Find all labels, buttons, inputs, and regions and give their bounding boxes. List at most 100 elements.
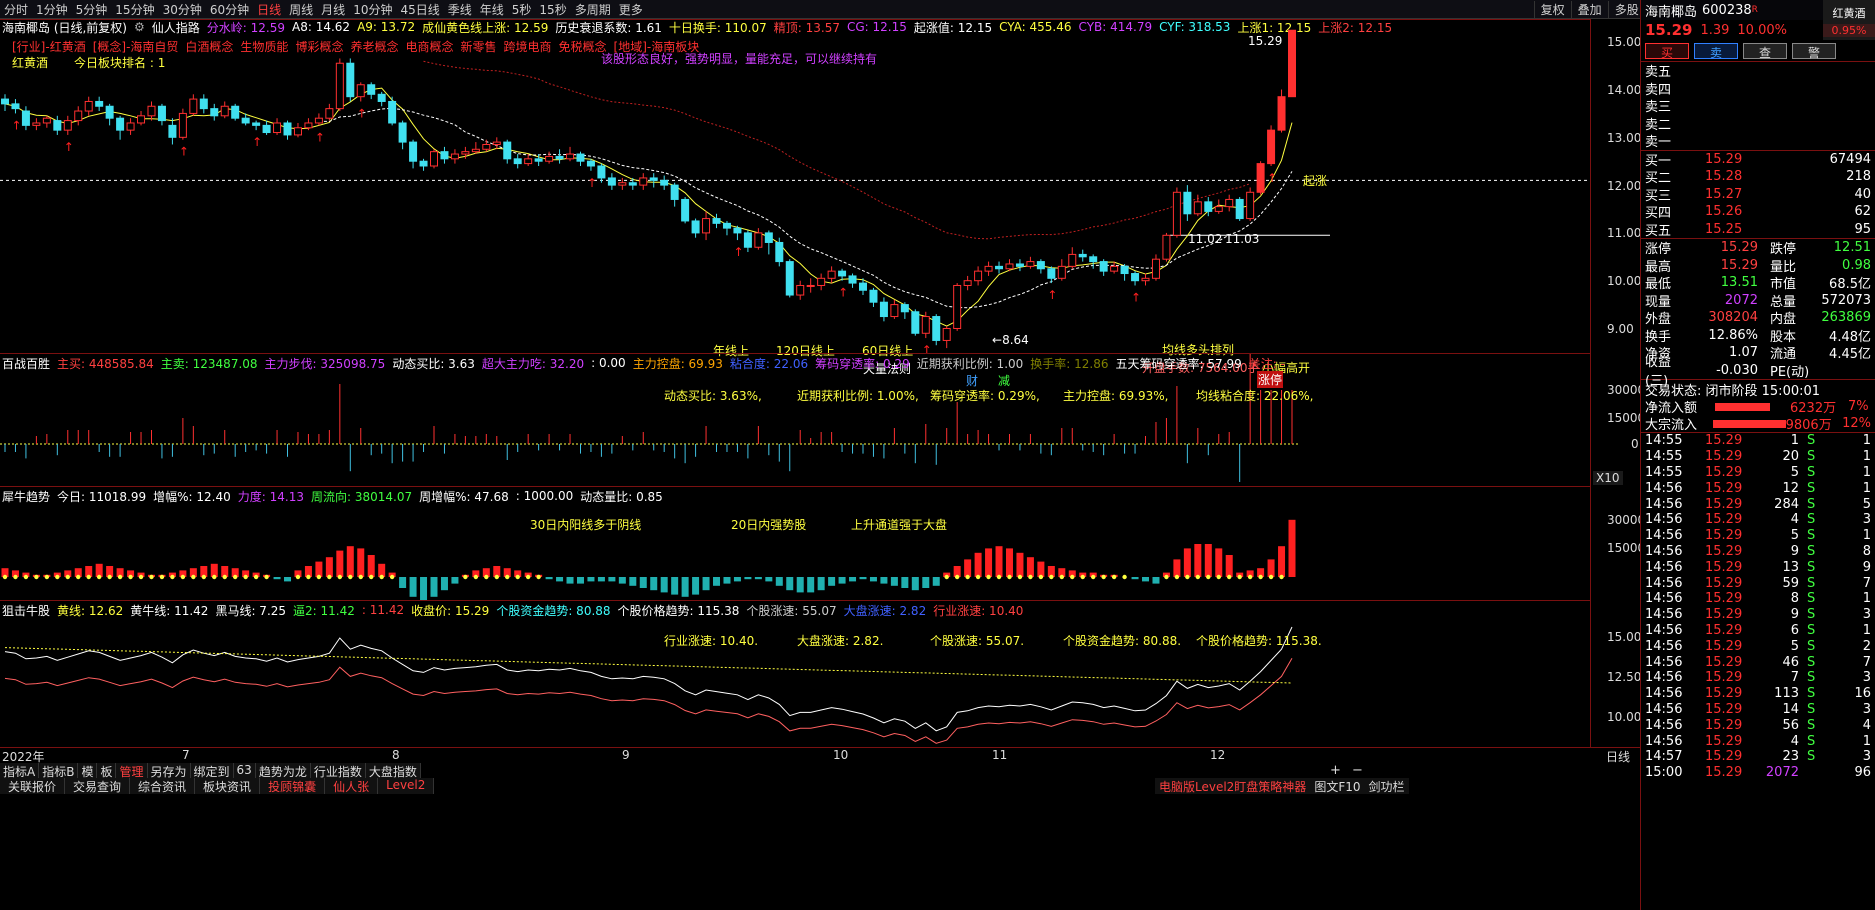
buy-level-1[interactable]: 买二 15.28 218 [1641,168,1875,186]
trend-bar-93 [974,552,982,577]
bull-chart[interactable] [0,601,1590,748]
stock-code: 600238 [1702,2,1752,18]
candle-body-82 [859,282,867,291]
zoom-in-button[interactable]: + [1330,763,1341,778]
buy-button[interactable]: 买 [1645,42,1689,60]
indicator-tab-7[interactable]: 63 [233,763,256,779]
tick-time: 14:56 [1645,575,1683,591]
tick-price: 15.29 [1705,464,1743,480]
info-tab-0[interactable]: 关联报价 [0,778,66,794]
period-tab-16[interactable]: 更多 [615,1,647,18]
indicator-tab-10[interactable]: 大盘指数 [365,763,421,779]
period-tab-2[interactable]: 5分钟 [72,1,112,18]
status-item-1[interactable]: 图文F10 [1310,778,1365,794]
candle-body-36 [377,93,386,102]
info-tab-6[interactable]: Level2 [378,778,435,794]
tick-volume: 113 [1774,686,1799,702]
buy-level-0[interactable]: 买一 15.29 67494 [1641,151,1875,169]
period-tab-1[interactable]: 1分钟 [32,1,72,18]
trend-bar-42 [440,577,448,591]
trend-dot-19 [201,574,207,580]
indicator-tabs: 指标A 指标B 模板管理 另存为 绑定到 63 趋势为龙 行业指数 大盘指数 [0,763,421,779]
buy-level-4[interactable]: 买五 15.25 95 [1641,221,1875,239]
status-item-2[interactable]: 剑功栏 [1364,778,1409,794]
period-tab-13[interactable]: 5秒 [508,1,536,18]
period-tab-14[interactable]: 15秒 [535,1,570,18]
tick-side: S [1807,749,1816,765]
period-tab-9[interactable]: 10分钟 [349,1,396,18]
trend-dot-25 [264,574,269,580]
indicator-tab-2[interactable]: 模 [78,763,98,779]
period-tab-10[interactable]: 45日线 [396,1,443,18]
stat-value: 2072 [1724,292,1758,308]
candle-body-5 [53,120,62,131]
bull-panel[interactable]: 狙击牛股 黄线: 12.62 黄牛线: 11.42 黑马线: 7.25 逼2: 11.… [0,600,1590,747]
period-tab-11[interactable]: 季线 [444,1,476,18]
candle-body-23 [241,117,250,124]
period-tab-0[interactable]: 分时 [0,1,32,18]
indicator-tab-4[interactable]: 管理 [116,763,148,779]
trend-bar-69 [723,577,731,584]
trend-dot-20 [212,574,217,580]
candle-body-117 [1225,198,1234,208]
candle-body-10 [105,105,114,119]
tick-count: 9 [1862,559,1871,575]
buy-levels: 买一 15.29 67494 买二 15.28 218 买三 15.27 40 买四 15.26 62… [1641,151,1875,239]
tick-row-6: 14:56 15.29 5 S 1 [1641,528,1875,544]
info-tab-1[interactable]: 交易查询 [65,778,131,794]
zoom-out-button[interactable]: − [1352,763,1363,778]
candle-body-29 [304,122,313,129]
period-tab-15[interactable]: 多周期 [571,1,615,18]
toolbar-button-0[interactable]: 复权 [1533,0,1571,18]
period-tab-4[interactable]: 30分钟 [159,1,206,18]
price-panel[interactable]: 海南椰岛 (日线,前复权) ⚙ 仙人指路 分水岭: 12.59 A8: 14.62… [0,19,1590,388]
candle-body-91 [953,284,962,329]
indicator-tab-0[interactable]: 指标A [0,763,40,779]
indicator-tab-5[interactable]: 另存为 [147,763,191,779]
sell-level-label: 卖五 [1645,65,1672,81]
sell-level-0: 卖五 [1641,62,1875,80]
candle-body-81 [848,275,857,284]
trend-bar-62 [650,577,658,591]
query-button[interactable]: 查 [1743,42,1787,60]
candlestick-chart[interactable]: ↑↑ ↑↑ ↑↑↑↑↑↑↑ ↑↑ [0,20,1590,354]
trend-bar-70 [733,577,741,582]
trend-chart[interactable] [0,487,1590,601]
buy-level-3[interactable]: 买四 15.26 62 [1641,203,1875,221]
info-tab-4[interactable]: 投顾锦囊 [260,778,326,794]
volume-panel[interactable]: 百战百胜 主买: 448585.84 主卖: 123487.08 主力步伐: 325… [0,353,1590,486]
indicator-tab-1[interactable]: 指标B [39,763,79,779]
tick-list[interactable]: 14:55 15.29 1 S 1 14:55 15.29 20 S 1 14:55 15.29 5 S 1… [1641,433,1875,781]
candle-body-52 [545,155,554,162]
period-tab-5[interactable]: 60分钟 [206,1,253,18]
sector-box[interactable]: 红黄酒 0.95% [1823,0,1875,40]
tick-row-15: 14:56 15.29 7 S 3 [1641,670,1875,686]
indicator-tab-8[interactable]: 趋势为龙 [255,763,311,779]
period-tab-6[interactable]: 日线 [253,1,285,18]
period-tab-12[interactable]: 年线 [476,1,508,18]
info-tab-2[interactable]: 综合资讯 [130,778,196,794]
trend-bar-65 [681,577,689,597]
trend-bar-72 [754,577,762,580]
trend-panel[interactable]: 犀牛趋势 今日: 11018.99 增幅%: 12.40 力度: 14.13 周流向:… [0,486,1590,601]
tick-price: 15.29 [1705,654,1743,670]
candle-body-64 [670,184,679,200]
indicator-tab-6[interactable]: 绑定到 [190,763,234,779]
sell-button[interactable]: 卖 [1694,42,1738,60]
info-tab-5[interactable]: 仙人张 [325,778,379,794]
buy-level-2[interactable]: 买三 15.27 40 [1641,186,1875,204]
period-tab-3[interactable]: 15分钟 [111,1,158,18]
period-tab-7[interactable]: 周线 [285,1,317,18]
period-tab-8[interactable]: 月线 [317,1,349,18]
trend-bar-31 [325,557,333,577]
toolbar-button-1[interactable]: 叠加 [1570,0,1608,18]
volume-chart[interactable] [0,354,1590,487]
current-price: 15.29 [1645,21,1693,39]
candle-body-40 [419,160,428,167]
info-tab-3[interactable]: 板块资讯 [195,778,261,794]
alert-button[interactable]: 警 [1792,42,1836,60]
status-item-0[interactable]: 电脑版Level2盯盘策略神器 [1155,778,1311,794]
indicator-tab-3[interactable]: 板 [97,763,117,779]
trend-bar-38 [399,577,407,588]
indicator-tab-9[interactable]: 行业指数 [310,763,366,779]
